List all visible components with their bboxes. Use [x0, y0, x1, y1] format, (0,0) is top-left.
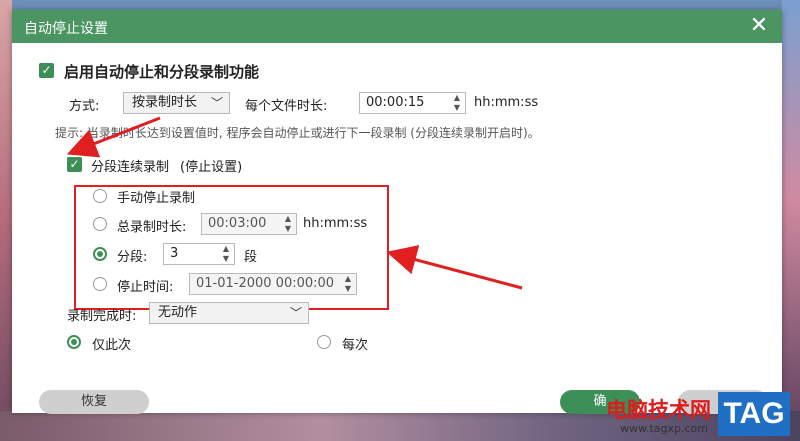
annotation-arrow-box [386, 245, 523, 290]
site-watermark: 电脑技术网 www.tagxp.com TAG [606, 392, 796, 438]
annotation-arrows [66, 116, 523, 290]
annotation-arrow-checkbox [66, 116, 161, 158]
watermark-text: 电脑技术网 [606, 397, 711, 422]
watermark-url: www.tagxp.com [620, 422, 708, 435]
watermark-tag-logo: TAG [718, 392, 790, 436]
